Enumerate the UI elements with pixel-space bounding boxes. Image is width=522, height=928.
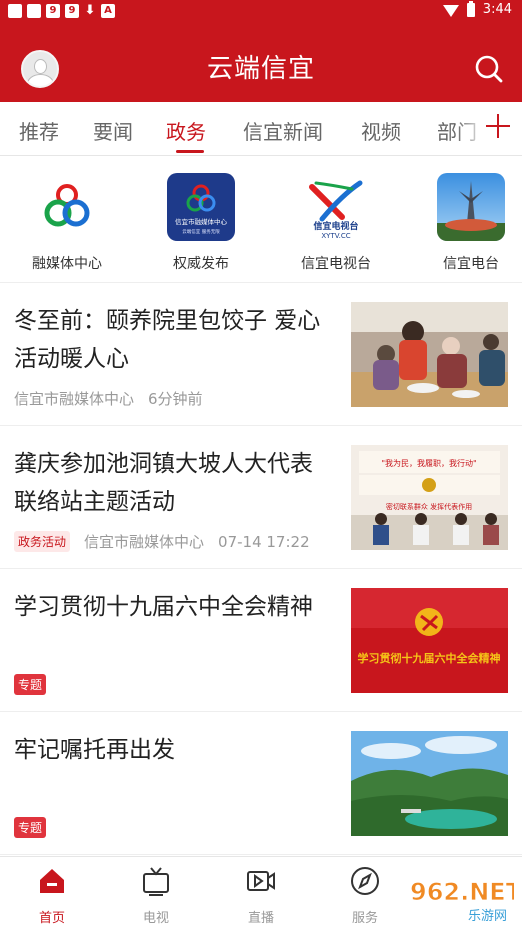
nav-label: 直播 bbox=[247, 911, 274, 926]
tab-xinyi-news[interactable]: 信宜新闻 bbox=[243, 116, 323, 145]
channel-label: 信宜电台 bbox=[443, 256, 499, 272]
channel-row: 融媒体中心 信宜市融媒体中心 云端信宜 服务无限 权威发布 信宜电视台 XYTV… bbox=[0, 157, 522, 283]
watermark-subtext: 乐游网 bbox=[468, 909, 507, 924]
category-tag: 政务活动 bbox=[14, 531, 71, 552]
notification-icon bbox=[27, 4, 41, 18]
nav-label: 首页 bbox=[38, 911, 65, 926]
party-banner-thumbnail: 学习贯彻十九届六中全会精神 bbox=[351, 588, 508, 693]
news-item[interactable]: 牢记嘱托再出发 专题 bbox=[0, 713, 522, 855]
topic-tag: 专题 bbox=[14, 674, 47, 695]
news-meta: 信宜市融媒体中心 6分钟前 bbox=[14, 388, 203, 409]
quanwei-logo-text: 信宜市融媒体中心 bbox=[175, 217, 228, 226]
active-tab-indicator bbox=[176, 150, 204, 153]
rongmeiti-logo-icon bbox=[33, 173, 101, 241]
thumb-slogan-text: 密切联系群众 发挥代表作用 bbox=[386, 502, 472, 511]
xytv-logo-text: 信宜电视台 bbox=[313, 220, 358, 232]
watermark-text: 962.NET bbox=[410, 878, 514, 906]
download-icon: ⬇ bbox=[84, 3, 96, 18]
mountain-lake-photo-thumbnail bbox=[351, 731, 508, 836]
news-title: 学习贯彻十九届六中全会精神 bbox=[14, 594, 313, 620]
channel-label: 权威发布 bbox=[173, 256, 229, 272]
radio-tower-photo-icon bbox=[437, 173, 505, 241]
status-time: 3:44 bbox=[482, 2, 512, 17]
channel-quanwei[interactable]: 信宜市融媒体中心 云端信宜 服务无限 权威发布 bbox=[146, 173, 256, 273]
news-meta: 专题 bbox=[14, 674, 47, 695]
nav-service[interactable]: 服务 bbox=[325, 865, 405, 926]
tabs-fade bbox=[456, 102, 486, 155]
xytv-logo-icon: 信宜电视台 XYTV.CC bbox=[302, 173, 370, 241]
nav-tv[interactable]: 电视 bbox=[116, 865, 196, 926]
news-title: 龚庆参加池洞镇大坡人大代表联络站主题活动 bbox=[14, 451, 313, 515]
tab-recommend[interactable]: 推荐 bbox=[19, 116, 59, 145]
tab-headlines[interactable]: 要闻 bbox=[93, 116, 133, 145]
notification-icons: 9 9 ⬇ A bbox=[8, 4, 115, 18]
channel-radio[interactable]: 信宜电台 bbox=[416, 173, 522, 273]
status-bar: 9 9 ⬇ A 3:44 bbox=[0, 0, 522, 24]
nav-live[interactable]: 直播 bbox=[221, 865, 301, 926]
tab-video[interactable]: 视频 bbox=[361, 116, 401, 145]
tab-government[interactable]: 政务 bbox=[166, 116, 206, 145]
news-source: 信宜市融媒体中心 bbox=[84, 533, 205, 551]
news-meta: 政务活动 信宜市融媒体中心 07-14 17:22 bbox=[14, 531, 310, 552]
news-time: 07-14 17:22 bbox=[218, 532, 310, 551]
channel-label: 信宜电视台 bbox=[301, 256, 371, 272]
thumb-banner-text: 学习贯彻十九届六中全会精神 bbox=[358, 651, 501, 665]
channel-label: 融媒体中心 bbox=[32, 256, 102, 272]
channel-xytv[interactable]: 信宜电视台 XYTV.CC 信宜电视台 bbox=[281, 173, 391, 273]
thumb-banner-text: "我为民，我履职，我行动" bbox=[381, 458, 476, 468]
app-notification-icon: 9 bbox=[65, 4, 79, 18]
news-time: 6分钟前 bbox=[148, 390, 203, 408]
app-header: 云端信宜 bbox=[0, 24, 522, 102]
add-tab-icon[interactable] bbox=[486, 114, 510, 138]
news-item[interactable]: 冬至前：颐养院里包饺子 爱心活动暖人心 信宜市融媒体中心 6分钟前 bbox=[0, 284, 522, 426]
dumplings-photo-thumbnail bbox=[351, 302, 508, 407]
notification-icon bbox=[8, 4, 22, 18]
news-title: 冬至前：颐养院里包饺子 爱心活动暖人心 bbox=[14, 308, 321, 372]
quanwei-logo-subtext: 云端信宜 服务无限 bbox=[182, 228, 220, 235]
category-tabs: 推荐 要闻 政务 信宜新闻 视频 部门 bbox=[0, 102, 522, 156]
news-item[interactable]: 龚庆参加池洞镇大坡人大代表联络站主题活动 政务活动 信宜市融媒体中心 07-14… bbox=[0, 427, 522, 569]
meeting-photo-thumbnail: "我为民，我履职，我行动" 密切联系群众 发挥代表作用 bbox=[351, 445, 508, 550]
page-title: 云端信宜 bbox=[206, 54, 315, 84]
compass-icon bbox=[351, 867, 379, 895]
wifi-icon bbox=[442, 4, 459, 17]
home-icon bbox=[40, 869, 64, 893]
video-camera-icon bbox=[247, 871, 275, 891]
nav-home[interactable]: 首页 bbox=[12, 865, 92, 926]
xytv-logo-subtext: XYTV.CC bbox=[321, 232, 350, 240]
news-title: 牢记嘱托再出发 bbox=[14, 737, 175, 763]
app-notification-icon: A bbox=[101, 4, 115, 18]
search-icon[interactable] bbox=[474, 54, 504, 84]
topic-tag: 专题 bbox=[14, 817, 47, 838]
channel-rongmeiti[interactable]: 融媒体中心 bbox=[12, 173, 122, 273]
nav-label: 服务 bbox=[351, 911, 378, 926]
tv-icon bbox=[143, 867, 169, 896]
app-notification-icon: 9 bbox=[46, 4, 60, 18]
news-source: 信宜市融媒体中心 bbox=[14, 390, 135, 408]
nav-label: 电视 bbox=[142, 911, 169, 926]
quanwei-logo-icon: 信宜市融媒体中心 云端信宜 服务无限 bbox=[167, 173, 235, 241]
news-meta: 专题 bbox=[14, 817, 47, 838]
watermark-logo: 962.NET 乐游网 bbox=[410, 878, 514, 924]
battery-icon bbox=[466, 0, 475, 17]
news-item[interactable]: 学习贯彻十九届六中全会精神 专题 学习贯彻十九届六中全会精神 bbox=[0, 570, 522, 712]
